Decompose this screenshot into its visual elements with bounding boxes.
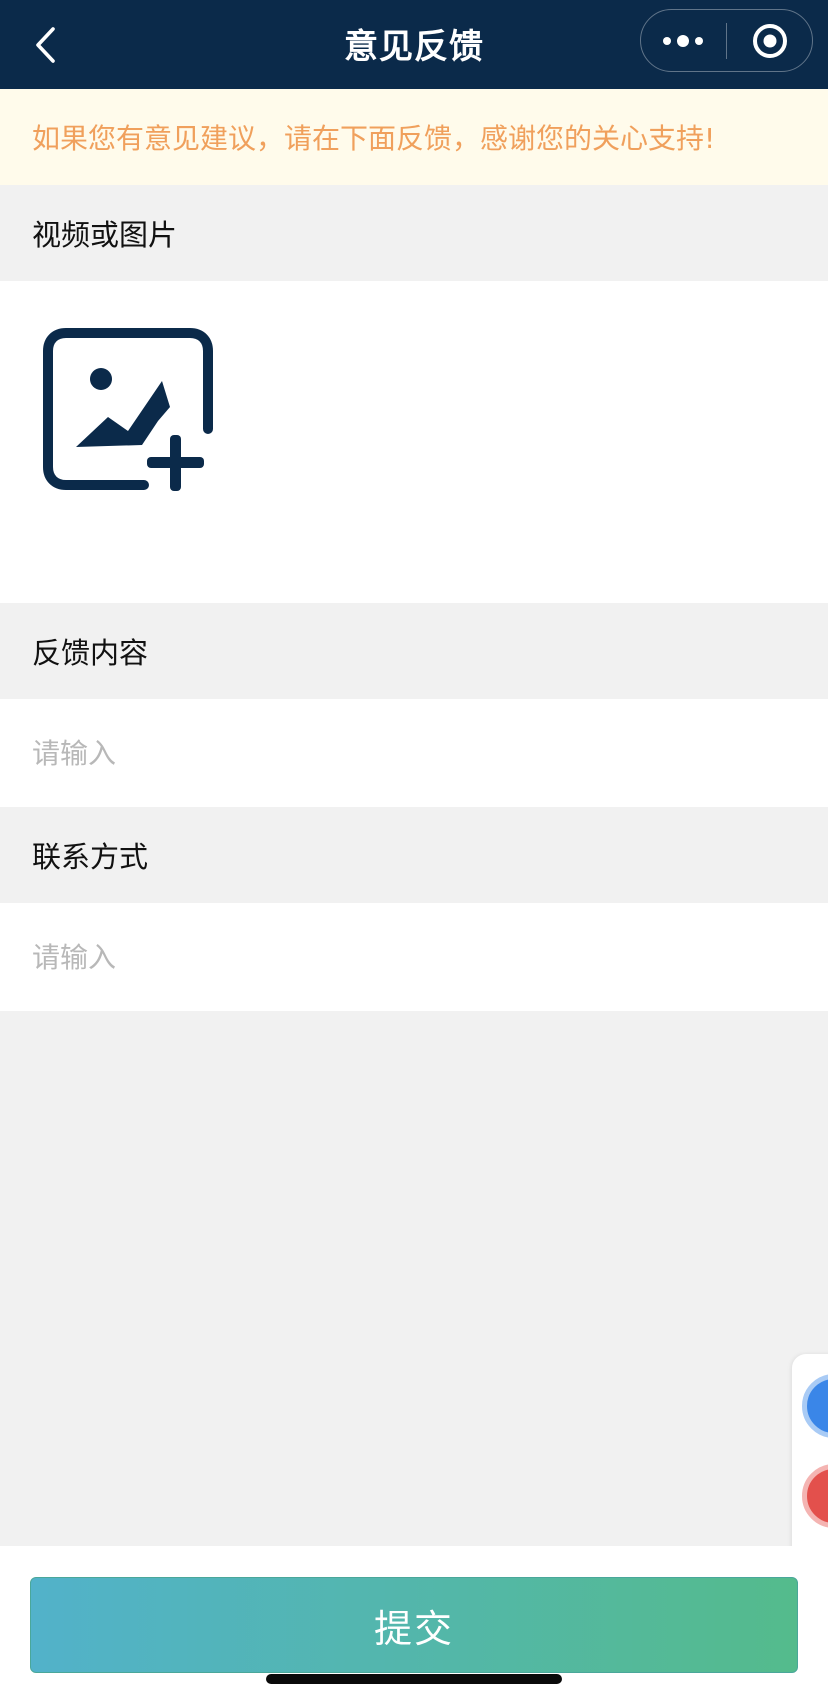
mini-program-capsule: [640, 9, 813, 72]
contact-section-header: 联系方式: [0, 807, 828, 903]
upload-media-button[interactable]: [40, 325, 216, 501]
home-indicator: [266, 1674, 562, 1684]
media-section-header: 视频或图片: [0, 185, 828, 281]
feedback-page: 意见反馈 如果您有意见建议，请在下面反馈，感谢您的关心支持! 视频或图片 反馈内…: [0, 0, 828, 1704]
target-circle-icon: [752, 23, 787, 58]
notice-text: 如果您有意见建议，请在下面反馈，感谢您的关心支持!: [32, 122, 716, 155]
content-section-label: 反馈内容: [32, 636, 149, 670]
float-button-red[interactable]: [802, 1464, 828, 1528]
notice-banner: 如果您有意见建议，请在下面反馈，感谢您的关心支持!: [0, 89, 828, 185]
media-upload-area: [0, 281, 828, 603]
close-button[interactable]: [727, 11, 812, 71]
back-button[interactable]: [22, 20, 68, 70]
content-input-row: [0, 699, 828, 807]
contact-section-label: 联系方式: [32, 840, 149, 874]
contact-info-input[interactable]: [32, 903, 792, 1011]
content-section-header: 反馈内容: [0, 603, 828, 699]
nav-bar: 意见反馈: [0, 0, 828, 89]
more-button[interactable]: [641, 11, 726, 71]
feedback-content-input[interactable]: [32, 699, 792, 807]
contact-input-row: [0, 903, 828, 1011]
float-button-blue[interactable]: [802, 1374, 828, 1438]
submit-button[interactable]: 提交: [30, 1577, 798, 1673]
add-image-icon: [43, 328, 213, 491]
media-section-label: 视频或图片: [32, 218, 178, 252]
more-dots-icon: [663, 34, 704, 47]
chevron-left-icon: [36, 27, 55, 63]
